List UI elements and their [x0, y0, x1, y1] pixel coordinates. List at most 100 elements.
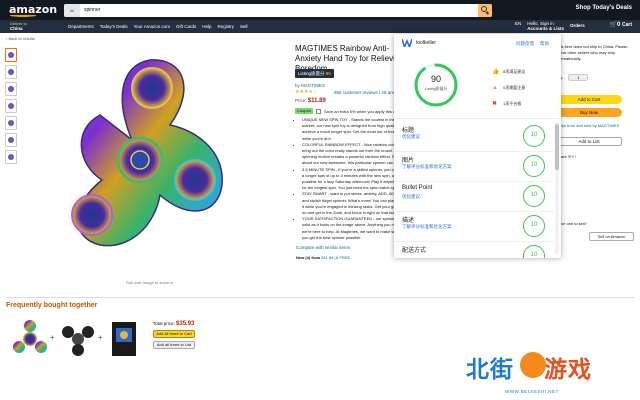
nav-link-deals[interactable]: Today's Deals — [100, 24, 128, 29]
score-value: 90 — [430, 74, 441, 84]
plus-icon: + — [50, 333, 55, 342]
seller-info[interactable]: Ships from and sold by MAGTIMES — [556, 123, 634, 129]
amazon-header: amazon All spinner Shop Today's Deals — [0, 0, 640, 20]
score-label: Listing质量分 — [424, 87, 448, 91]
feature-bullet: YOUR SATISFACTION GUARANTEED - our spinn… — [302, 216, 406, 241]
add-to-cart-button[interactable]: Add to Cart — [556, 95, 622, 104]
check-list: 标题 优化建议 10 图片 了解评分标准和优化方案 10 Bullet Poin… — [394, 122, 554, 258]
fbt-title: Frequently bought together — [6, 302, 98, 309]
search-button[interactable] — [478, 4, 492, 17]
feature-bullet: 3-5 MINUTE SPIN - If you're a skilled sp… — [302, 167, 406, 192]
nav-link-registry[interactable]: Registry — [218, 24, 235, 29]
search-input[interactable]: spinner — [82, 4, 472, 17]
divider — [394, 118, 561, 119]
add-all-to-cart-button[interactable]: Add all three to Cart — [153, 330, 195, 338]
check-item-description: 描述 了解评分标准和优化方案 10 — [394, 212, 554, 242]
thumbnail[interactable] — [5, 99, 17, 113]
check-score: 10 — [523, 245, 545, 258]
check-link[interactable]: 了解评分标准和优化方案 — [402, 164, 452, 170]
brand-link[interactable]: by MAGTIMES — [295, 83, 325, 88]
thumbnail[interactable] — [5, 65, 17, 79]
check-item-bullet-points: Bullet Point 优化建议 10 — [394, 182, 554, 212]
zoom-hint: Roll over image to zoom in — [126, 280, 174, 285]
deliver-to[interactable]: Deliver to China — [10, 21, 27, 31]
help-link[interactable]: 帮助 — [540, 41, 549, 47]
check-link[interactable]: 优化建议 — [402, 194, 420, 200]
feature-bullets: UNIQUE NEW SPIN TOY - Stands the coolest… — [298, 117, 406, 241]
nav-account: EN Hello, Sign in Accounts & Lists Order… — [515, 21, 585, 31]
thumbnail[interactable] — [5, 82, 17, 96]
todays-deals-banner[interactable]: Shop Today's Deals — [576, 5, 632, 11]
account-menu[interactable]: Hello, Sign in Accounts & Lists — [527, 21, 564, 31]
search-category-select[interactable]: All — [64, 4, 80, 17]
twitter-share-icon[interactable]: t — [575, 154, 576, 159]
listing-score-badge: Listing质量分 90 — [295, 69, 334, 78]
fbt-item-boxed-spinner[interactable] — [106, 318, 142, 360]
thumbnail[interactable] — [5, 116, 17, 130]
feedback-link[interactable]: 问题反馈 — [516, 41, 534, 47]
nav-link-gift-cards[interactable]: Gift Cards — [176, 24, 196, 29]
stat-pass: 👍 8项满足建议 — [492, 69, 526, 75]
fbt-item-spinner[interactable] — [12, 318, 48, 360]
email-share-icon[interactable]: ✉ — [568, 154, 571, 159]
nav-link-departments[interactable]: Departments — [68, 24, 94, 29]
add-to-list-button[interactable]: Add to List — [556, 137, 622, 146]
nav-link-help[interactable]: Help — [202, 24, 211, 29]
thumbnail[interactable] — [5, 48, 17, 62]
buy-now-button[interactable]: Buy Now — [556, 108, 622, 117]
check-link[interactable]: 了解评分标准和优化方案 — [402, 224, 452, 230]
amazon-logo-smile — [10, 14, 36, 17]
thumbnail[interactable] — [5, 150, 17, 164]
check-link[interactable]: 优化建议 — [402, 134, 420, 140]
price: $11.89 — [307, 98, 326, 104]
toolkeller-logo-icon — [402, 39, 412, 47]
buy-box: This item does not ship to China. Please… — [556, 44, 634, 159]
feature-bullet: STAY SMART - want to put stress, anxiety… — [302, 191, 406, 216]
score-summary: 👍 8项满足建议 ▲ 0项需要注意 ✖ 1项不合格 — [492, 64, 525, 112]
nav-link-your-amazon[interactable]: Your Amazon.com — [134, 24, 170, 29]
facebook-share-icon[interactable]: f — [572, 154, 573, 159]
nav-links: Departments Today's Deals Your Amazon.co… — [68, 24, 248, 29]
check-item-shipping: 配送方式 10 — [394, 242, 554, 258]
share-row: Share ✉ f t — [556, 154, 576, 159]
section-divider — [6, 297, 634, 298]
score-gauge — [414, 63, 458, 107]
add-all-to-list-button[interactable]: Add all three to List — [153, 341, 195, 349]
image-thumbnails — [5, 48, 17, 164]
check-score: 10 — [523, 215, 545, 237]
star-rating[interactable]: ★★★★☆ — [295, 89, 317, 95]
feature-bullet: UNIQUE NEW SPIN TOY - Stands the coolest… — [302, 117, 406, 142]
coupon-checkbox[interactable] — [316, 108, 322, 114]
fbt-item-black-spinner[interactable] — [60, 318, 96, 360]
quantity-select[interactable]: 1 — [568, 74, 589, 81]
shipping-notice: This item does not ship to China. Please… — [556, 44, 628, 61]
coupon-row: Coupon Save an extra 5% when you apply t… — [295, 108, 407, 114]
price-row: Price: $11.89 — [295, 98, 326, 104]
extension-scrollbar-thumb[interactable] — [555, 124, 559, 170]
new-from-offers[interactable]: New (4) from $11.89 (& FREE... — [296, 255, 354, 260]
compare-link[interactable]: Compare with similar items — [296, 245, 350, 250]
coupon-badge: Coupon — [295, 108, 314, 114]
error-icon: ✖ — [492, 101, 498, 107]
amazon-nav: Deliver to China Departments Today's Dea… — [0, 20, 640, 33]
check-item-title: 标题 优化建议 10 — [394, 122, 554, 152]
stat-warning: ▲ 0项需要注意 — [492, 85, 526, 91]
language-select[interactable]: EN — [515, 21, 521, 31]
back-to-results-link[interactable]: ‹ Back to results — [6, 36, 35, 41]
warning-icon: ▲ — [492, 85, 498, 91]
check-score: 10 — [523, 185, 545, 207]
nav-link-sell[interactable]: Sell — [240, 24, 248, 29]
sell-on-amazon-button[interactable]: Sell on Amazon — [589, 232, 634, 241]
check-score: 10 — [523, 125, 545, 147]
watermark-sun-icon — [520, 352, 546, 378]
product-image[interactable] — [40, 50, 240, 270]
thumbnail[interactable] — [5, 133, 17, 147]
cart-button[interactable]: 🛒0 Cart — [609, 21, 632, 28]
check-item-images: 图片 了解评分标准和优化方案 10 — [394, 152, 554, 182]
cart-icon: 🛒 — [609, 22, 617, 28]
plus-icon: + — [98, 333, 103, 342]
feature-bullet: COLORFUL RAINBOW EFFECT - Nice rainbow c… — [302, 142, 406, 167]
extension-name: toolkeller — [416, 40, 437, 46]
browser-page: { "header": { "logo": "amazon", "search_… — [0, 0, 640, 400]
orders-link[interactable]: Orders — [570, 21, 585, 31]
